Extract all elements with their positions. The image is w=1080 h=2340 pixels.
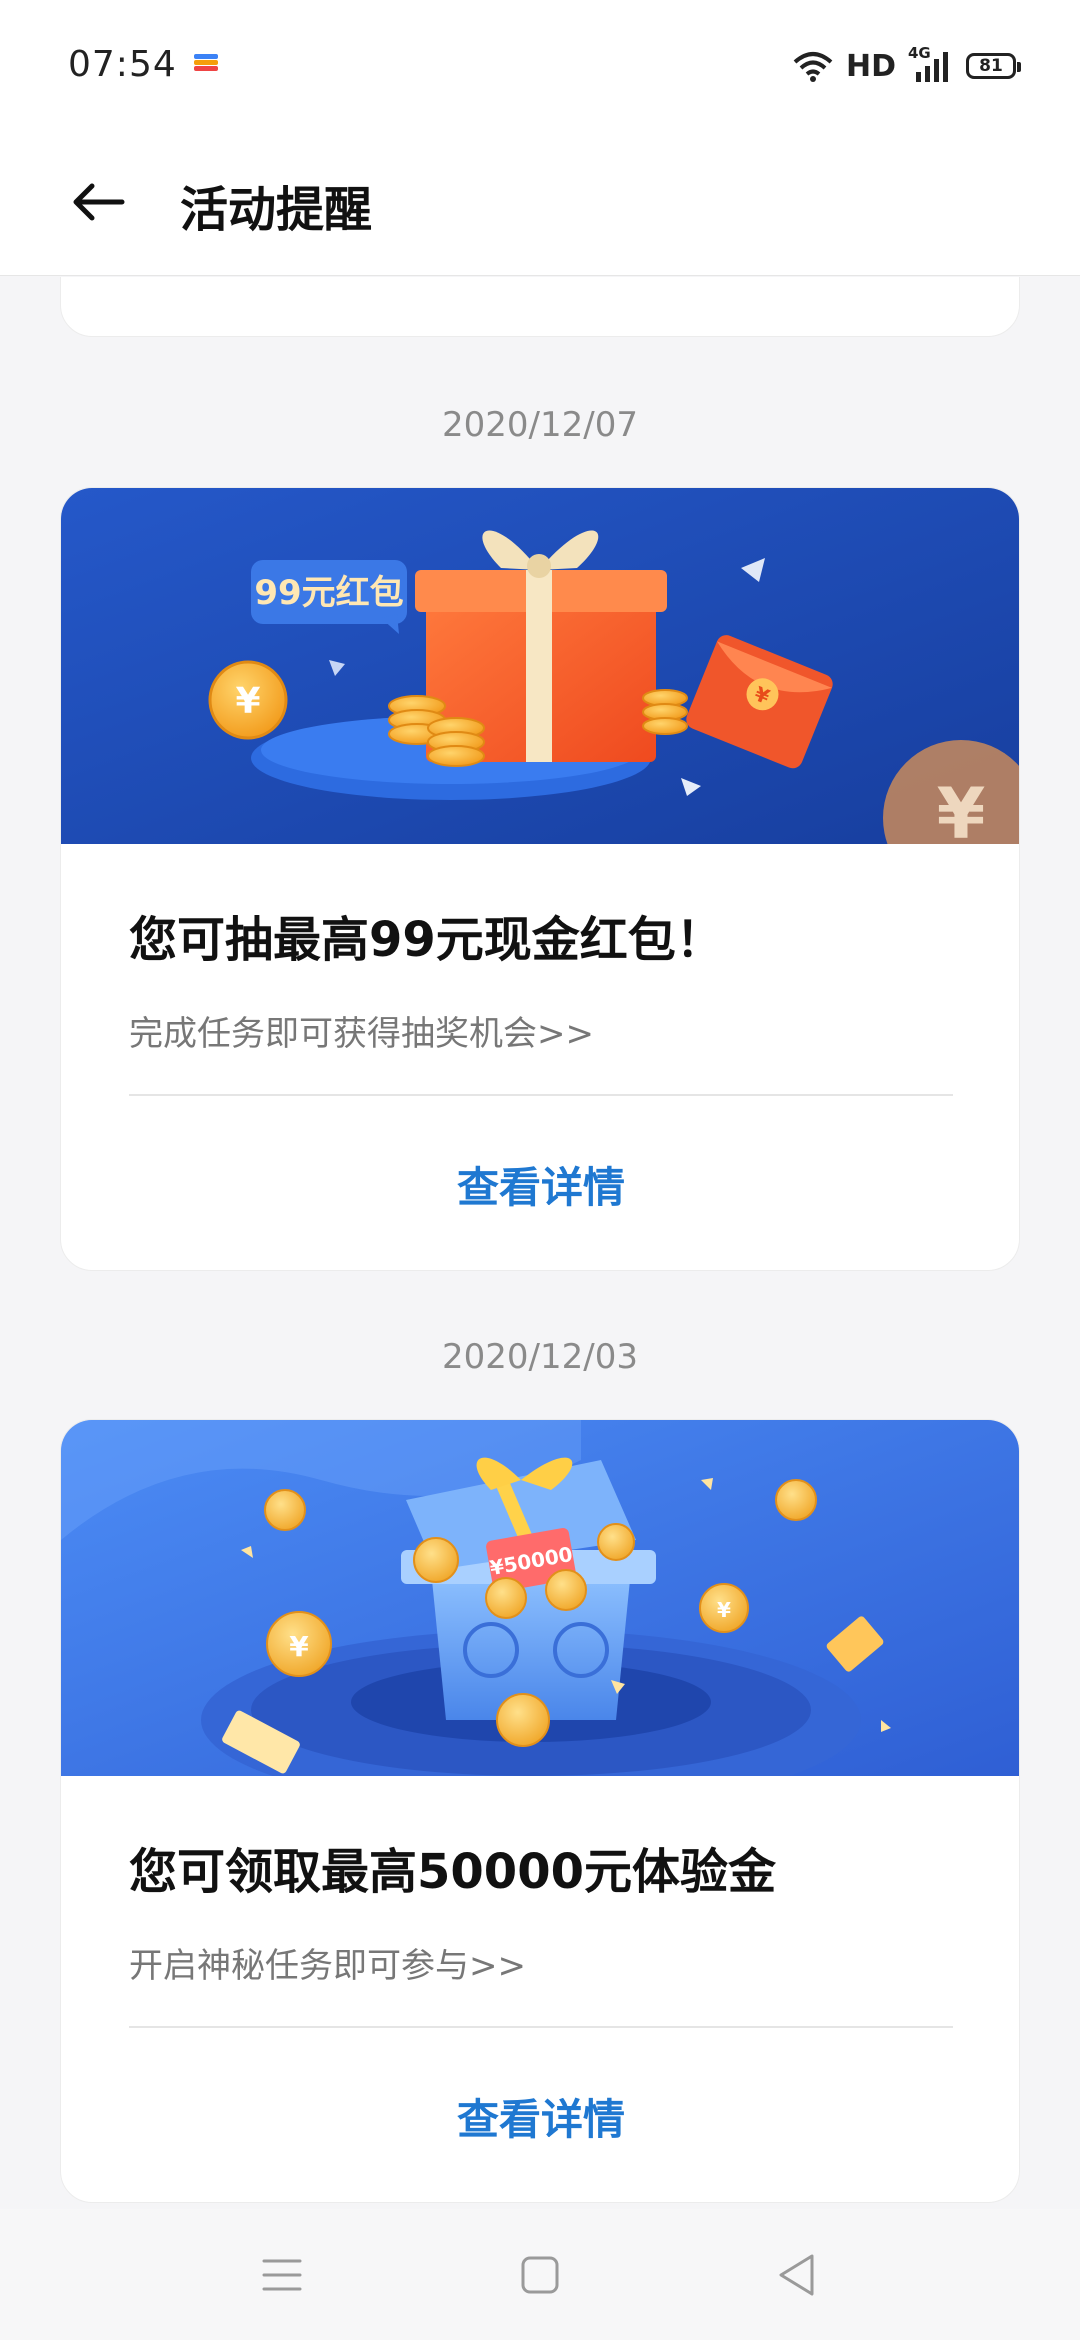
card-title: 您可抽最高99元现金红包！ xyxy=(129,912,724,968)
app-header: 活动提醒 xyxy=(0,130,1080,276)
home-square-icon xyxy=(521,2256,559,2294)
battery-level: 81 xyxy=(979,56,1003,76)
cell-signal-icon: 4G xyxy=(908,44,954,84)
back-nav-button[interactable] xyxy=(764,2243,828,2307)
battery-icon: 81 xyxy=(966,53,1021,79)
recents-button[interactable] xyxy=(250,2243,314,2307)
back-button[interactable] xyxy=(58,162,138,242)
wifi-icon xyxy=(793,52,833,82)
trial-fund-banner: ¥50000 ¥ ¥ xyxy=(61,1420,1019,1776)
view-details-button[interactable]: 查看详情 xyxy=(61,1096,1019,1270)
activity-card[interactable]: ¥50000 ¥ ¥ 您可领取最高50000元体验金 开启神秘任务即可参与>> … xyxy=(60,1419,1020,2203)
svg-text:¥: ¥ xyxy=(289,1630,309,1663)
card-subtitle[interactable]: 开启神秘任务即可参与>> xyxy=(129,1938,526,1987)
arrow-left-icon xyxy=(73,183,125,221)
menu-icon xyxy=(262,2259,302,2291)
home-button[interactable] xyxy=(508,2243,572,2307)
activity-feed[interactable]: 2020/12/07 ¥ ¥ ¥ 99元红包 您可抽最高99元现金红包！ 完成任… xyxy=(0,277,1080,2209)
svg-text:¥: ¥ xyxy=(937,773,986,844)
hd-indicator: HD xyxy=(845,48,896,84)
status-bar: 07:54 HD 4G 81 xyxy=(0,0,1080,130)
svg-text:¥: ¥ xyxy=(717,1598,731,1622)
card-subtitle[interactable]: 完成任务即可获得抽奖机会>> xyxy=(129,1006,594,1055)
page-title: 活动提醒 xyxy=(180,182,373,238)
red-packet-banner: ¥ ¥ ¥ 99元红包 xyxy=(61,488,1019,844)
date-label: 2020/12/03 xyxy=(442,1337,638,1377)
system-nav-bar xyxy=(0,2209,1080,2340)
date-label: 2020/12/07 xyxy=(442,405,638,445)
banner-tag: 99元红包 xyxy=(254,573,403,613)
svg-text:¥: ¥ xyxy=(235,681,260,722)
previous-card-bottom xyxy=(60,277,1020,337)
back-triangle-icon xyxy=(779,2254,814,2296)
view-details-button[interactable]: 查看详情 xyxy=(61,2028,1019,2202)
activity-card[interactable]: ¥ ¥ ¥ 99元红包 您可抽最高99元现金红包！ 完成任务即可获得抽奖机会>>… xyxy=(60,487,1020,1271)
status-time: 07:54 xyxy=(68,44,177,85)
card-title: 您可领取最高50000元体验金 xyxy=(129,1844,776,1900)
wallet-app-icon xyxy=(194,54,218,71)
